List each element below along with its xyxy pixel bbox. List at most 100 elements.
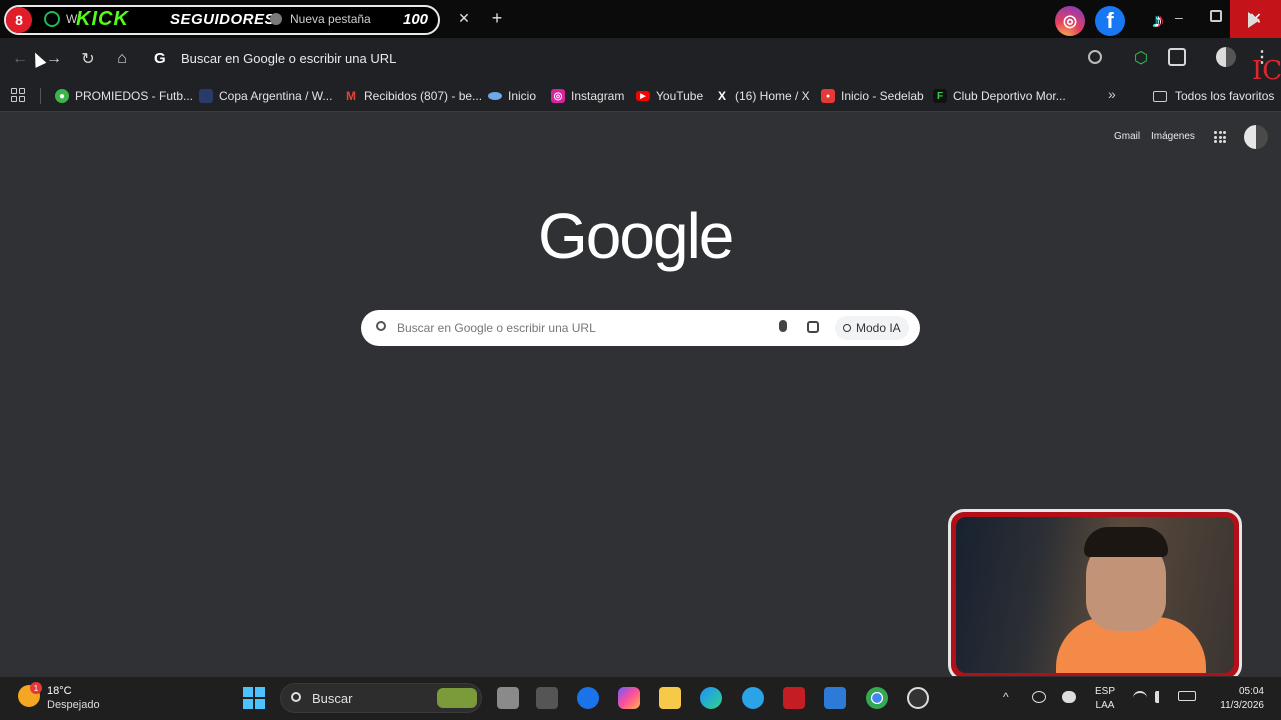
taskbar-search[interactable]: Buscar bbox=[280, 683, 482, 713]
address-bar[interactable]: G Buscar en Google o escribir una URL bbox=[146, 43, 1116, 75]
weather-notification-badge: 1 bbox=[30, 682, 42, 694]
battery-icon[interactable] bbox=[1178, 691, 1196, 701]
microphone-icon[interactable] bbox=[779, 320, 787, 332]
clock-time: 05:04 bbox=[1238, 686, 1264, 697]
mcafee-icon[interactable] bbox=[783, 687, 805, 709]
webcam-overlay bbox=[948, 509, 1242, 681]
bookmark-x-home[interactable]: X (16) Home / X bbox=[715, 87, 810, 105]
images-link[interactable]: Imágenes bbox=[1151, 131, 1195, 142]
kick-logo: KICK bbox=[76, 8, 129, 30]
minimize-button[interactable]: – bbox=[1175, 9, 1183, 25]
whatsapp-icon bbox=[44, 11, 60, 27]
bookmark-label: Copa Argentina / W... bbox=[219, 89, 333, 103]
ai-mode-button[interactable]: Modo IA bbox=[835, 316, 909, 340]
tab-new-tab[interactable]: Nueva pestaña bbox=[290, 12, 371, 26]
bookmark-youtube[interactable]: ▶ YouTube bbox=[636, 87, 703, 105]
onedrive-icon[interactable] bbox=[1062, 691, 1076, 703]
ai-mode-label: Modo IA bbox=[856, 321, 901, 335]
x-icon: X bbox=[717, 89, 726, 103]
bookmark-inicio[interactable]: Inicio bbox=[488, 87, 536, 105]
tiktok-overlay-icon: ♪ bbox=[1153, 9, 1163, 32]
maximize-button[interactable] bbox=[1210, 10, 1222, 22]
bookmark-promiedos[interactable]: ● PROMIEDOS - Futb... bbox=[55, 87, 193, 105]
hp-icon[interactable] bbox=[577, 687, 599, 709]
bookmark-label: Inicio bbox=[508, 89, 537, 103]
google-search-box[interactable]: Modo IA bbox=[361, 310, 920, 346]
google-lens-icon[interactable] bbox=[807, 321, 819, 333]
chrome-icon[interactable] bbox=[866, 687, 888, 709]
widgets-icon[interactable] bbox=[536, 687, 558, 709]
google-apps-icon[interactable] bbox=[1214, 131, 1226, 143]
search-input[interactable] bbox=[397, 311, 767, 345]
followers-count: 100 bbox=[403, 11, 429, 28]
followers-label: SEGUIDORES bbox=[170, 11, 276, 28]
sedelab-icon: ● bbox=[821, 89, 835, 103]
gmail-link[interactable]: Gmail bbox=[1114, 131, 1140, 142]
search-highlight-image bbox=[437, 688, 477, 708]
forward-button[interactable]: → bbox=[44, 49, 64, 69]
bookmark-club-deportivo[interactable]: F Club Deportivo Mor... bbox=[933, 87, 1066, 105]
bookmark-label: Inicio - Sedelab bbox=[841, 89, 924, 103]
windows-start-button[interactable] bbox=[243, 687, 265, 709]
weather-condition[interactable]: Despejado bbox=[47, 699, 100, 711]
home-button[interactable]: ⌂ bbox=[112, 49, 132, 69]
youtube-icon: ▶ bbox=[636, 91, 650, 101]
gmail-icon: M bbox=[346, 89, 356, 103]
language-indicator[interactable]: ESP LAA bbox=[1095, 685, 1115, 713]
extensions-puzzle-icon[interactable] bbox=[1168, 48, 1186, 66]
folder-icon bbox=[1153, 90, 1167, 102]
edge-icon[interactable] bbox=[700, 687, 722, 709]
ai-search-icon bbox=[843, 324, 851, 332]
all-bookmarks-button[interactable]: Todos los favoritos bbox=[1153, 87, 1274, 105]
apps-grid-icon[interactable] bbox=[11, 88, 25, 102]
obs-icon[interactable] bbox=[907, 687, 929, 709]
tab-strip: 8 W KICK SEGUIDORES Nueva pestaña 100 ✕ … bbox=[0, 0, 1281, 38]
inicio-icon bbox=[488, 92, 502, 100]
weather-temperature[interactable]: 18°C bbox=[47, 685, 72, 697]
file-explorer-icon[interactable] bbox=[659, 687, 681, 709]
microsoft-store-icon[interactable] bbox=[824, 687, 846, 709]
google-g-icon: G bbox=[154, 50, 166, 67]
tray-overflow-button[interactable]: ^ bbox=[1003, 690, 1009, 704]
bookmark-copa-argentina[interactable]: Copa Argentina / W... bbox=[199, 87, 332, 105]
task-view-icon[interactable] bbox=[497, 687, 519, 709]
new-tab-button[interactable]: + bbox=[488, 8, 506, 29]
tab-close-button[interactable]: ✕ bbox=[456, 10, 472, 27]
extension-green-icon[interactable]: ⬡ bbox=[1134, 48, 1152, 67]
account-avatar[interactable] bbox=[1244, 125, 1268, 149]
reload-button[interactable]: ↻ bbox=[78, 49, 98, 69]
profile-avatar-button[interactable] bbox=[1216, 47, 1236, 67]
store-sparkle-icon[interactable] bbox=[742, 687, 764, 709]
browser-toolbar: ← → ↻ ⌂ G Buscar en Google o escribir un… bbox=[0, 38, 1281, 80]
copilot-icon[interactable] bbox=[618, 687, 640, 709]
tab-favicon bbox=[270, 13, 282, 25]
clock-date: 11/3/2026 bbox=[1220, 700, 1264, 711]
bookmarks-divider bbox=[40, 88, 41, 104]
bookmark-label: YouTube bbox=[656, 89, 704, 103]
club-icon: F bbox=[933, 89, 947, 103]
back-button[interactable]: ← bbox=[10, 49, 30, 69]
live-viewers-badge: 8 bbox=[6, 7, 32, 33]
wifi-icon[interactable] bbox=[1133, 691, 1147, 703]
bookmark-label: Instagram bbox=[571, 89, 625, 103]
bookmark-sedelab[interactable]: ● Inicio - Sedelab bbox=[821, 87, 924, 105]
taskbar-search-label: Buscar bbox=[312, 691, 353, 706]
bookmark-label: PROMIEDOS - Futb... bbox=[75, 89, 194, 103]
all-bookmarks-label: Todos los favoritos bbox=[1175, 89, 1275, 103]
bookmark-instagram[interactable]: ◎ Instagram bbox=[551, 87, 624, 105]
sync-icon[interactable] bbox=[1032, 691, 1046, 703]
language-code: ESP bbox=[1095, 686, 1116, 697]
system-clock[interactable]: 05:04 11/3/2026 bbox=[1208, 685, 1264, 713]
volume-icon[interactable] bbox=[1155, 691, 1169, 703]
windows-taskbar: 1 18°C Despejado Buscar ^ ESP LAA 05:04 … bbox=[0, 676, 1281, 720]
keyboard-layout: LAA bbox=[1095, 700, 1115, 711]
youtube-overlay-icon bbox=[1248, 12, 1260, 28]
copa-argentina-icon bbox=[199, 89, 213, 103]
bookmark-gmail[interactable]: M Recibidos (807) - be... bbox=[344, 87, 482, 105]
bookmarks-overflow-button[interactable]: » bbox=[1108, 86, 1116, 102]
address-bar-text[interactable]: Buscar en Google o escribir una URL bbox=[181, 51, 396, 66]
bookmark-label: Club Deportivo Mor... bbox=[953, 89, 1066, 103]
promiedos-icon: ● bbox=[55, 89, 69, 103]
webcam-person-hair bbox=[1084, 527, 1168, 557]
zoom-icon[interactable] bbox=[1088, 50, 1102, 64]
